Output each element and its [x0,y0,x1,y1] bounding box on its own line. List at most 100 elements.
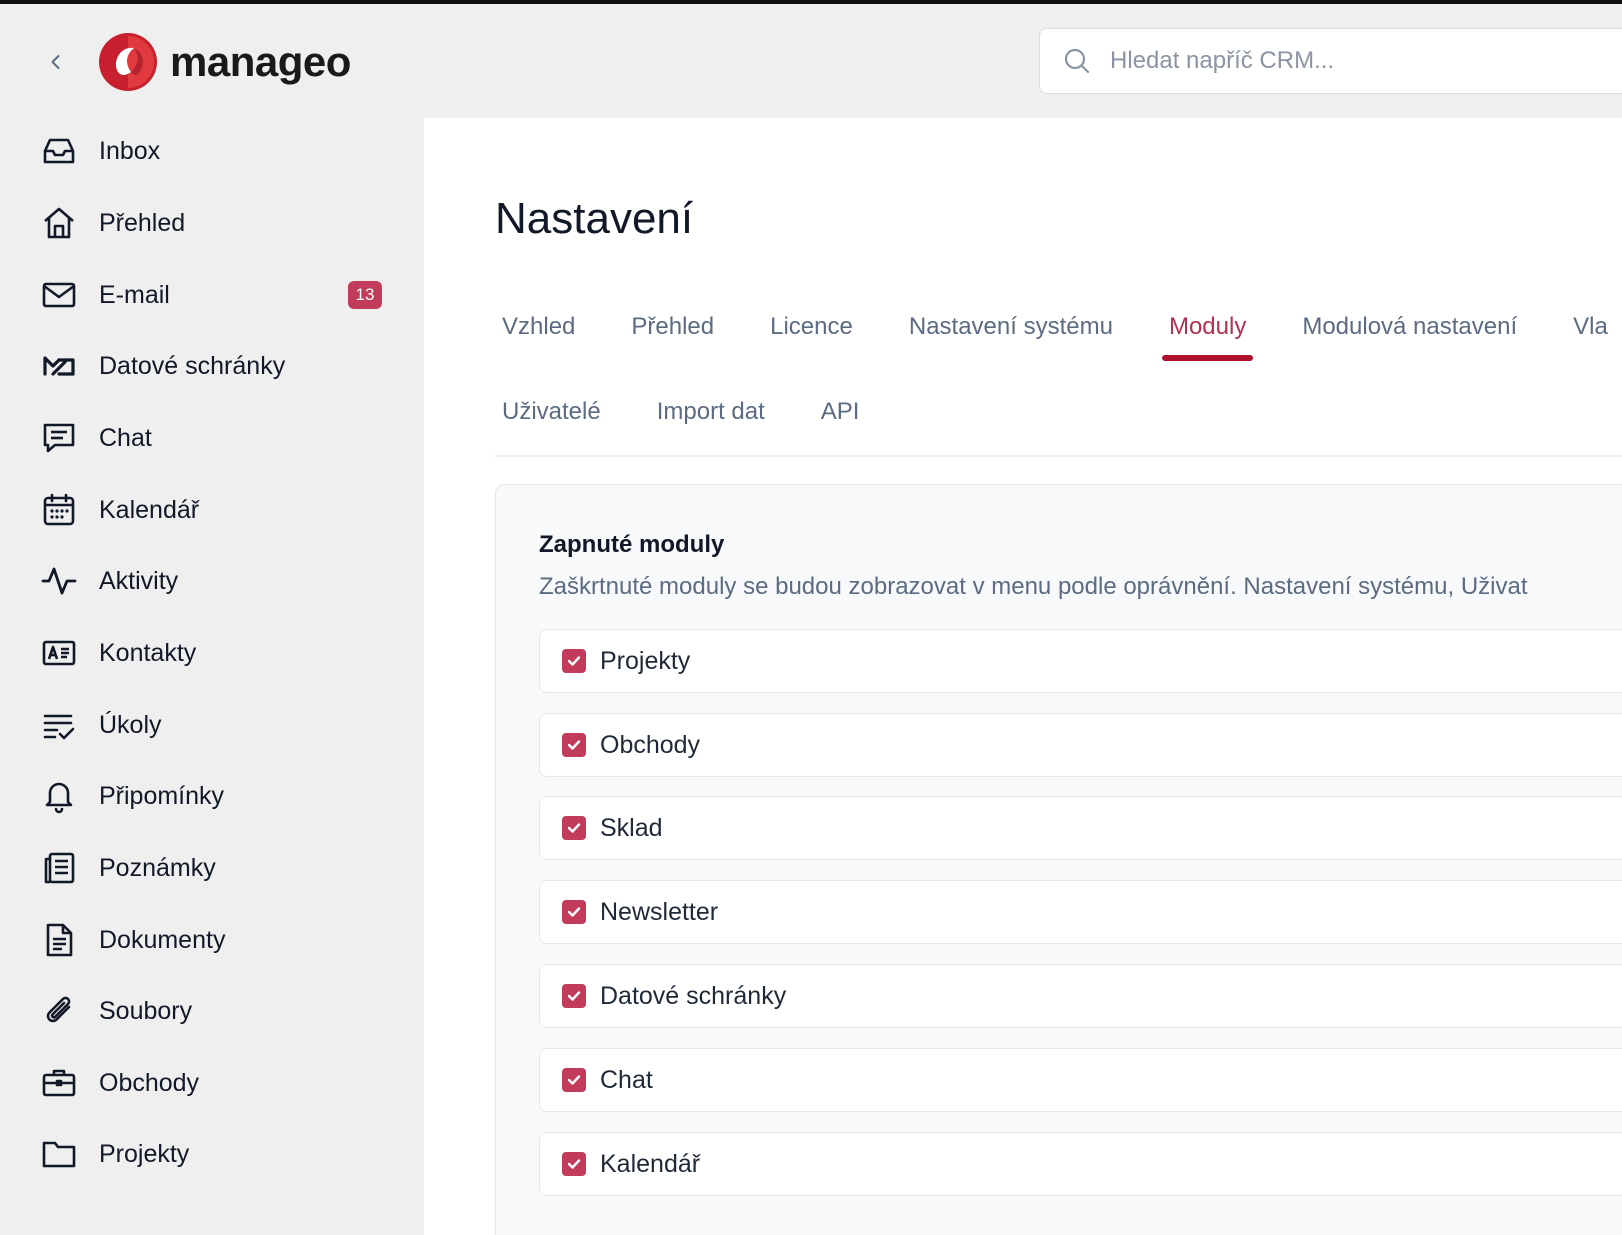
sidebar-item-label: Datové schránky [99,351,286,380]
inbox-icon [40,132,78,170]
module-label: Obchody [600,730,701,759]
sidebar-item-ukoly[interactable]: Úkoly [0,695,424,755]
sidebar-item-label: Úkoly [99,710,162,739]
sidebar-item-datove-schranky[interactable]: Datové schránky [0,336,424,396]
sidebar-item-dokumenty[interactable]: Dokumenty [0,910,424,970]
manageo-logo-icon [99,33,157,91]
search-icon [1064,48,1090,74]
tab-vla-truncated[interactable]: Vla [1566,297,1615,357]
page-title: Nastavení [495,194,694,243]
sidebar-item-label: Inbox [99,136,161,165]
sidebar-item-email[interactable]: E-mail 13 [0,265,424,325]
module-row-obchody[interactable]: Obchody [539,713,1622,777]
tab-api[interactable]: API [814,382,867,442]
sidebar-item-label: Soubory [99,996,193,1025]
sidebar-item-projekty[interactable]: Projekty [0,1124,424,1184]
settings-tabs-row-2: Uživatelé Import dat API [495,382,908,442]
tab-uzivatele[interactable]: Uživatelé [495,382,608,442]
brand-logo[interactable]: manageo [98,32,351,92]
contact-card-icon [40,634,78,672]
checkmark-icon [567,907,581,917]
settings-tabs-row-1: Vzhled Přehled Licence Nastavení systému… [495,297,1622,361]
activity-icon [40,562,78,600]
sidebar-item-label: Aktivity [99,566,179,595]
module-label: Sklad [600,813,663,842]
module-row-sklad[interactable]: Sklad [539,796,1622,860]
module-row-chat[interactable]: Chat [539,1048,1622,1112]
search-input[interactable] [1110,47,1590,75]
sidebar-item-label: Chat [99,423,152,452]
sidebar-item-kalendar[interactable]: Kalendář [0,480,424,540]
sidebar-item-inbox[interactable]: Inbox [0,121,424,181]
tabs-divider [495,455,1622,457]
global-search[interactable] [1039,28,1622,94]
module-checkbox[interactable] [562,984,586,1008]
tab-modulova-nastaveni[interactable]: Modulová nastavení [1295,297,1524,357]
checkmark-icon [567,1075,581,1085]
module-checkbox[interactable] [562,1068,586,1092]
sidebar-item-chat[interactable]: Chat [0,408,424,468]
checkmark-icon [567,740,581,750]
sidebar-item-pripominky[interactable]: Připomínky [0,766,424,826]
calendar-icon [40,491,78,529]
tab-moduly[interactable]: Moduly [1161,297,1254,361]
brand-name: manageo [170,38,351,85]
checkmark-icon [567,656,581,666]
document-icon [40,921,78,959]
home-icon [40,204,78,242]
tab-licence[interactable]: Licence [763,297,860,357]
main-content: Nastavení Vzhled Přehled Licence Nastave… [424,118,1622,1235]
panel-description: Zaškrtnuté moduly se budou zobrazovat v … [539,573,1528,600]
module-label: Kalendář [600,1149,701,1178]
checkmark-icon [567,1159,581,1169]
bell-icon [40,777,78,815]
sidebar-item-soubory[interactable]: Soubory [0,981,424,1041]
sidebar-item-label: Poznámky [99,853,216,882]
module-row-kalendar[interactable]: Kalendář [539,1132,1622,1196]
sidebar-item-kontakty[interactable]: Kontakty [0,623,424,683]
module-label: Projekty [600,646,691,675]
folder-icon [40,1135,78,1173]
module-checkbox[interactable] [562,816,586,840]
chevron-left-icon [51,55,60,69]
tab-import-dat[interactable]: Import dat [650,382,772,442]
sidebar-item-label: E-mail [99,280,170,309]
unread-count-badge: 13 [348,281,382,309]
paperclip-icon [40,992,78,1030]
module-row-projekty[interactable]: Projekty [539,629,1622,693]
collapse-sidebar-button[interactable] [40,46,72,78]
databox-icon [40,347,78,385]
checkmark-icon [567,991,581,1001]
module-row-datove-schranky[interactable]: Datové schránky [539,964,1622,1028]
module-label: Chat [600,1065,653,1094]
app-header: manageo [0,4,1622,118]
module-checkbox[interactable] [562,649,586,673]
task-list-icon [40,706,78,744]
module-checkbox[interactable] [562,733,586,757]
module-label: Datové schránky [600,981,787,1010]
sidebar-item-obchody[interactable]: Obchody [0,1053,424,1113]
panel-title: Zapnuté moduly [539,531,725,558]
sidebar-item-aktivity[interactable]: Aktivity [0,551,424,611]
notes-icon [40,849,78,887]
tab-nastaveni-systemu[interactable]: Nastavení systému [902,297,1120,357]
module-checkbox[interactable] [562,900,586,924]
enabled-modules-panel: Zapnuté moduly Zaškrtnuté moduly se budo… [495,484,1622,1235]
module-label: Newsletter [600,897,719,926]
sidebar-item-label: Připomínky [99,781,225,810]
sidebar-item-label: Projekty [99,1139,190,1168]
tab-vzhled[interactable]: Vzhled [495,297,582,357]
sidebar-item-label: Kalendář [99,495,200,524]
checkmark-icon [567,823,581,833]
sidebar-item-poznamky[interactable]: Poznámky [0,838,424,898]
sidebar-item-label: Obchody [99,1068,200,1097]
tab-prehled[interactable]: Přehled [624,297,721,357]
briefcase-icon [40,1064,78,1102]
sidebar-item-label: Dokumenty [99,925,226,954]
module-checkbox[interactable] [562,1152,586,1176]
chat-icon [40,419,78,457]
sidebar-item-label: Kontakty [99,638,197,667]
sidebar-item-label: Přehled [99,208,186,237]
sidebar-item-prehled[interactable]: Přehled [0,193,424,253]
module-row-newsletter[interactable]: Newsletter [539,880,1622,944]
